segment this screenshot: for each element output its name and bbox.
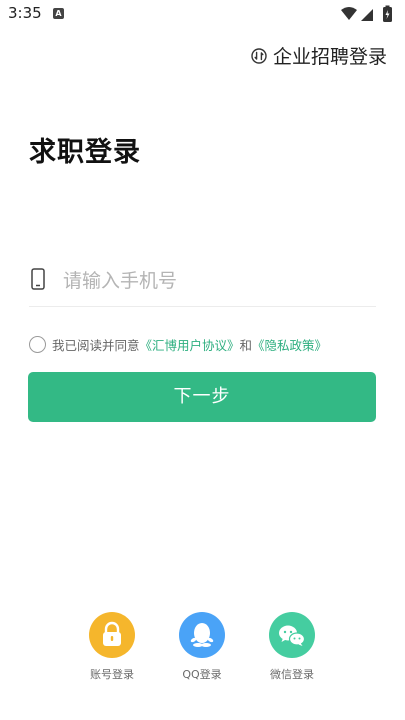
qq-penguin-icon (190, 623, 214, 647)
wifi-icon (341, 7, 357, 20)
user-agreement-link[interactable]: 《汇博用户协议》 (140, 335, 240, 354)
wechat-login-option[interactable]: 微信登录 (260, 612, 324, 682)
wechat-login-circle (269, 612, 315, 658)
phone-icon (31, 268, 45, 290)
swap-circle-icon (251, 47, 267, 64)
wechat-login-label: 微信登录 (270, 668, 314, 681)
status-bar: 3:35 A (0, 0, 405, 28)
enterprise-login-label: 企业招聘登录 (272, 46, 387, 68)
phone-input[interactable] (61, 262, 365, 300)
page-title: 求职登录 (29, 137, 141, 168)
agreement-prefix: 我已阅读并同意 (52, 338, 140, 353)
account-login-option[interactable]: 账号登录 (80, 612, 144, 682)
status-time: 3:35 (8, 4, 42, 22)
system-status-icons (341, 5, 392, 22)
phone-field (29, 262, 376, 307)
qq-login-label: QQ登录 (182, 668, 222, 681)
agreement-row: 我已阅读并同意 《汇博用户协议》 和 《隐私政策》 (29, 335, 327, 354)
lock-icon (103, 621, 121, 646)
account-login-circle (89, 612, 135, 658)
privacy-policy-link[interactable]: 《隐私政策》 (252, 335, 327, 354)
agree-checkbox[interactable] (29, 336, 46, 353)
qq-login-option[interactable]: QQ登录 (170, 612, 234, 682)
account-login-label: 账号登录 (90, 668, 134, 681)
next-button[interactable]: 下一步 (28, 372, 376, 422)
agreement-and: 和 (239, 338, 253, 353)
qq-login-circle (179, 612, 225, 658)
notification-icon: A (53, 8, 64, 19)
wechat-icon (279, 625, 306, 646)
signal-icon (361, 9, 373, 21)
enterprise-login-link[interactable]: 企业招聘登录 (251, 42, 387, 69)
